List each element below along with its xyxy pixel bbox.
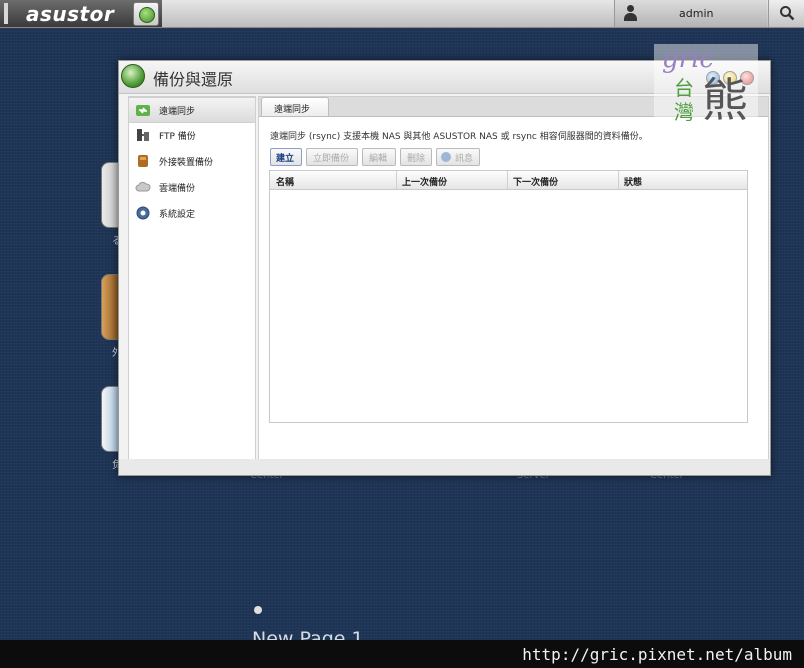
watermark-text: 熊 xyxy=(702,73,748,127)
search-button[interactable] xyxy=(768,0,804,27)
watermark-url: http://gric.pixnet.net/album xyxy=(522,645,792,664)
sidebar-item-label: 外接裝置備份 xyxy=(159,158,214,168)
user-icon xyxy=(623,5,637,21)
info-icon xyxy=(441,152,451,162)
content-area: 遠端同步 遠端同步 (rsync) 支援本機 NAS 與其他 ASUSTOR N… xyxy=(258,96,769,460)
window-title: 備份與還原 xyxy=(153,70,234,89)
watermark-text: 台灣 xyxy=(674,76,694,124)
remote-sync-icon xyxy=(136,105,150,116)
user-menu[interactable]: admin xyxy=(614,0,767,27)
page-indicator[interactable] xyxy=(254,606,262,614)
table-header: 名稱 上一次備份 下一次備份 狀態 xyxy=(270,171,747,190)
logo-accent xyxy=(4,3,8,24)
backup-now-label: 立即備份 xyxy=(313,154,350,164)
cloud-icon xyxy=(135,181,151,192)
sidebar-item-label: 雲端備份 xyxy=(159,184,196,194)
tab-remote-sync[interactable]: 遠端同步 xyxy=(261,97,329,117)
delete-button[interactable]: 刪除 xyxy=(400,148,432,166)
top-bar: asustor admin xyxy=(0,0,804,28)
create-button-label: 建立 xyxy=(276,154,295,164)
column-header-status[interactable]: 狀態 xyxy=(618,171,746,189)
sidebar-item-label: FTP 備份 xyxy=(159,132,196,142)
info-button[interactable]: 訊息 xyxy=(436,148,480,166)
description-text: 遠端同步 (rsync) 支援本機 NAS 與其他 ASUSTOR NAS 或 … xyxy=(270,132,648,142)
backup-restore-icon xyxy=(121,64,145,88)
search-icon xyxy=(780,6,795,21)
gear-icon xyxy=(136,206,150,220)
brand-logo: asustor xyxy=(26,2,115,26)
edit-label: 編輯 xyxy=(369,154,388,164)
info-label: 訊息 xyxy=(455,154,474,164)
sidebar-item-label: 遠端同步 xyxy=(159,107,196,117)
sync-jobs-table: 名稱 上一次備份 下一次備份 狀態 xyxy=(269,170,748,423)
watermark-url-bar: http://gric.pixnet.net/album xyxy=(0,640,804,668)
sidebar-item-ftp-backup[interactable]: FTP 備份 xyxy=(129,123,255,147)
backup-app-icon xyxy=(139,7,155,23)
window-footer xyxy=(119,459,770,475)
sidebar-item-external-device[interactable]: 外接裝置備份 xyxy=(129,149,255,173)
sidebar: 遠端同步 FTP 備份 外接裝置備份 雲端備份 系統設定 xyxy=(128,96,256,460)
column-header-next-backup[interactable]: 下一次備份 xyxy=(507,171,619,189)
user-name: admin xyxy=(679,7,714,20)
sidebar-item-label: 系統設定 xyxy=(159,210,196,220)
external-device-icon xyxy=(138,155,148,167)
sidebar-item-system-settings[interactable]: 系統設定 xyxy=(129,201,255,225)
sidebar-item-remote-sync[interactable]: 遠端同步 xyxy=(129,97,255,123)
column-header-name[interactable]: 名稱 xyxy=(270,171,397,189)
column-header-last-backup[interactable]: 上一次備份 xyxy=(396,171,508,189)
delete-label: 刪除 xyxy=(407,154,426,164)
ftp-backup-icon xyxy=(137,129,149,141)
watermark-logo: gric 台灣 熊 xyxy=(654,44,758,128)
sidebar-item-cloud-backup[interactable]: 雲端備份 xyxy=(129,175,255,199)
edit-button[interactable]: 編輯 xyxy=(362,148,396,166)
watermark-text: gric xyxy=(662,44,714,74)
tab-panel: 遠端同步 (rsync) 支援本機 NAS 與其他 ASUSTOR NAS 或 … xyxy=(259,116,768,460)
tab-label: 遠端同步 xyxy=(274,105,311,115)
create-button[interactable]: 建立 xyxy=(270,148,302,166)
backup-now-button[interactable]: 立即備份 xyxy=(306,148,358,166)
open-app-button[interactable] xyxy=(133,2,159,26)
